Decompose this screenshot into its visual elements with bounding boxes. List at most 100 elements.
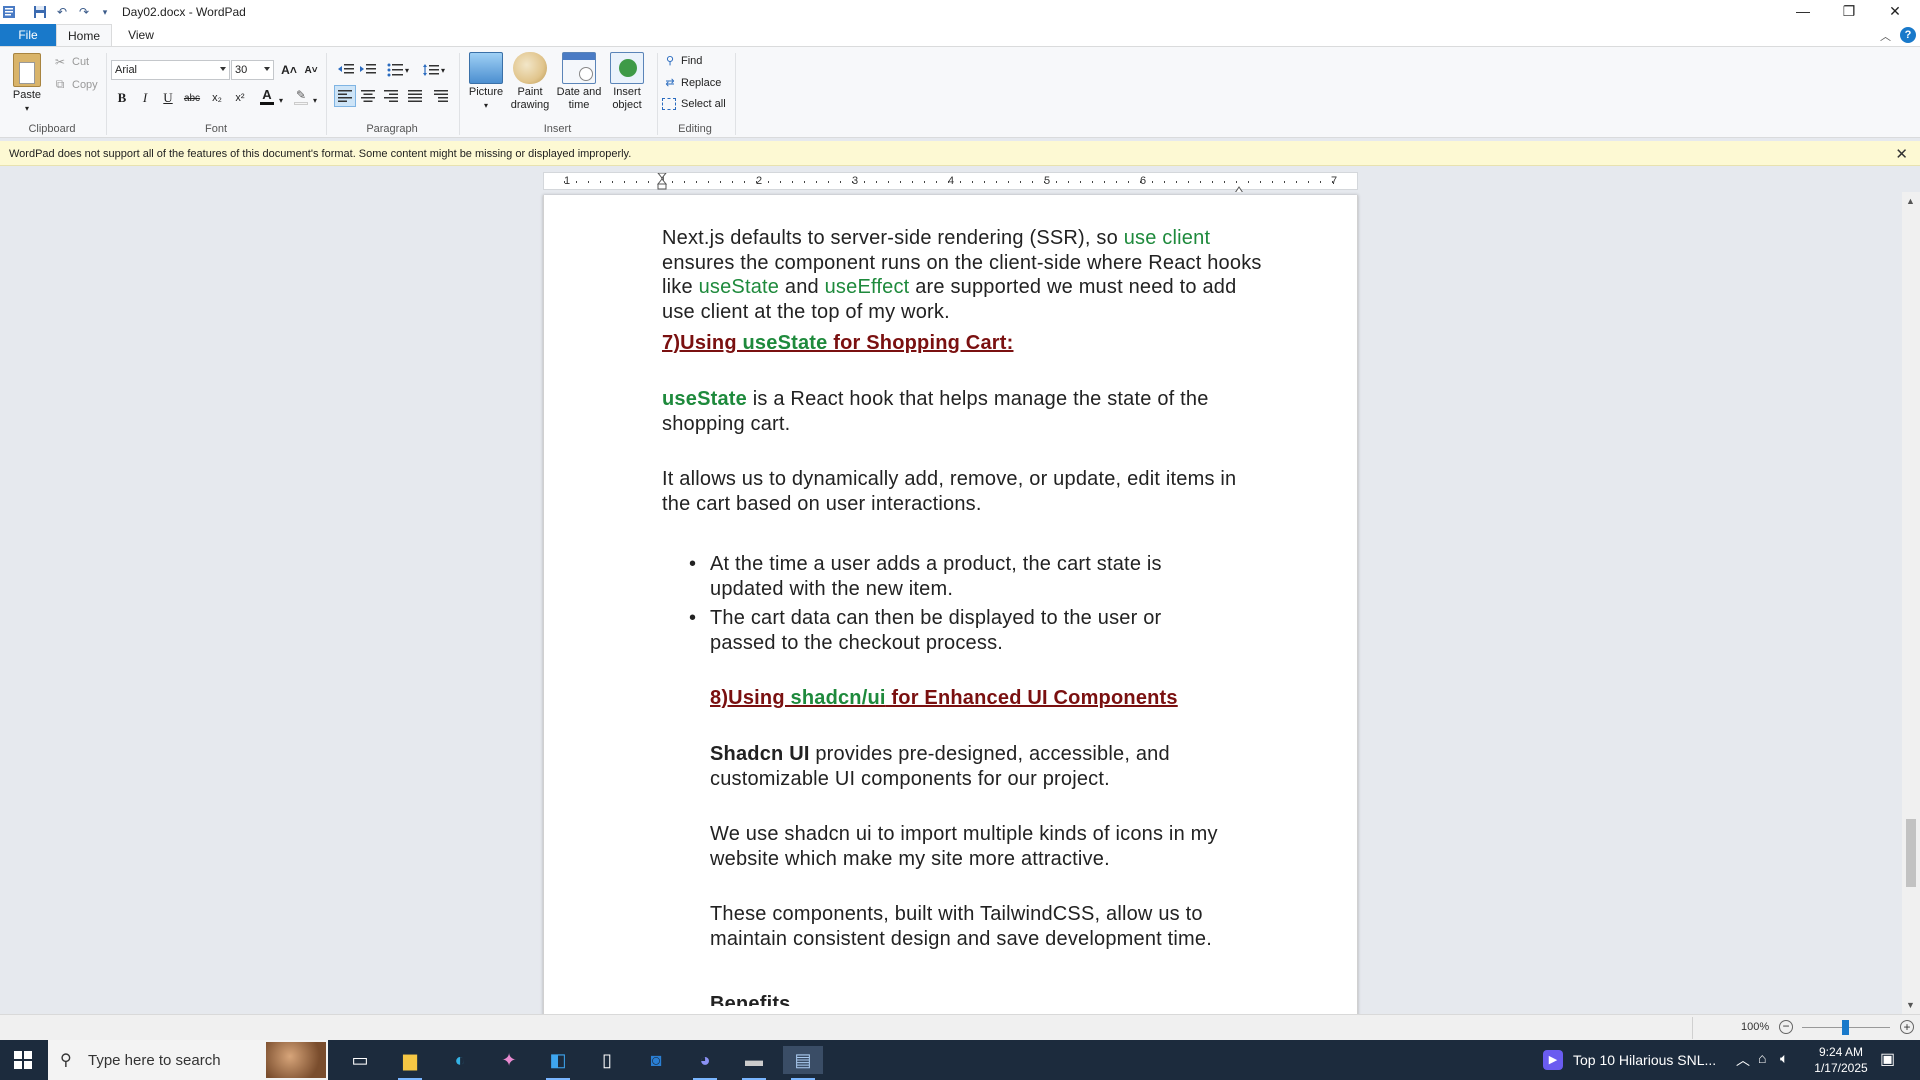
tab-home[interactable]: Home (56, 24, 112, 46)
justify-button[interactable] (404, 85, 426, 107)
clipboard-group-label: Clipboard (28, 123, 76, 135)
bullets-button[interactable]: ▾ (383, 59, 413, 81)
shrink-font-button[interactable]: A˅ (300, 59, 322, 81)
wordpad-app-icon[interactable] (0, 3, 18, 21)
ruler-number: 7 (1331, 175, 1338, 187)
copilot-icon[interactable]: ✦ (489, 1046, 529, 1074)
font-size-select[interactable]: 30 (231, 60, 274, 80)
zoom-slider-thumb[interactable] (1842, 1020, 1849, 1035)
ruler-tick (612, 181, 613, 183)
text-color-icon: A (262, 86, 272, 102)
show-hidden-icons-icon[interactable]: ︿ (1736, 1050, 1750, 1070)
align-right-button[interactable] (380, 85, 402, 107)
subscript-button[interactable]: x₂ (206, 87, 228, 109)
insert-object-button[interactable]: Insert object (604, 52, 650, 112)
grow-font-button[interactable]: A˄ (278, 59, 300, 81)
line-spacing-button[interactable]: ▾ (419, 59, 449, 81)
scroll-down-icon[interactable]: ▼ (1906, 1000, 1915, 1010)
right-indent-marker[interactable] (1234, 181, 1244, 194)
ruler-tick (1128, 181, 1129, 183)
search-icon: ⚲ (60, 1052, 72, 1069)
find-button[interactable]: ⚲ Find (662, 54, 702, 68)
collapse-ribbon-icon[interactable]: ︿ (1880, 28, 1891, 44)
ruler-tick (1032, 181, 1033, 183)
notepad-icon[interactable]: ▯ (587, 1046, 627, 1074)
font-family-select[interactable]: Arial (111, 60, 230, 80)
heading-8: 8)Using shadcn/ui for Enhanced UI Compon… (710, 686, 1310, 711)
ruler-tick (1272, 181, 1273, 183)
wordpad-taskbar-icon[interactable]: ▤ (783, 1046, 823, 1080)
close-button[interactable]: ✕ (1872, 0, 1918, 22)
taskbar-search-box[interactable]: ⚲ Type here to search (48, 1040, 328, 1080)
clock[interactable]: 9:24 AM 1/17/2025 (1806, 1044, 1876, 1076)
scroll-thumb[interactable] (1906, 819, 1916, 887)
strikethrough-button[interactable]: abc (181, 87, 203, 109)
task-view-icon[interactable]: ▭ (340, 1046, 380, 1074)
infobar-close-button[interactable]: ✕ (1895, 145, 1908, 163)
news-widget-text[interactable]: Top 10 Hilarious SNL... (1573, 1052, 1716, 1068)
replace-button[interactable]: ⇄ Replace (662, 76, 721, 90)
highlight-button[interactable]: ✎ (290, 85, 312, 107)
ruler-tick (600, 181, 601, 183)
tab-file[interactable]: File (0, 24, 56, 46)
network-icon[interactable]: ⌂ (1758, 1050, 1766, 1066)
document-page[interactable]: Next.js defaults to server-side renderin… (543, 195, 1358, 1014)
text-color-button[interactable]: A (256, 85, 278, 107)
restore-button[interactable]: ❐ (1826, 0, 1872, 22)
volume-icon[interactable]: 🔈︎ (1780, 1050, 1788, 1067)
heading-text: for Shopping Cart: (827, 332, 1014, 354)
date-time-button[interactable]: Date and time (553, 52, 605, 112)
superscript-button[interactable]: x² (229, 87, 251, 109)
save-icon[interactable] (31, 3, 49, 21)
select-all-button[interactable]: Select all (662, 98, 726, 110)
file-explorer-icon[interactable]: ▆ (390, 1046, 430, 1080)
zoom-in-icon[interactable]: + (1900, 1020, 1914, 1034)
paragraph-settings-button[interactable] (430, 85, 452, 107)
heading-code-term: shadcn/ui (790, 687, 886, 709)
indent-marker[interactable] (656, 172, 668, 190)
cut-button[interactable]: ✂ Cut (52, 55, 89, 69)
highlighter-icon: ✎ (295, 87, 307, 102)
bold-button[interactable]: B (111, 87, 133, 109)
tab-view[interactable]: View (118, 24, 164, 46)
vscode-icon[interactable]: ◧ (538, 1046, 578, 1080)
picture-button[interactable]: Picture ▾ (465, 52, 507, 112)
vertical-scrollbar[interactable]: ▲ ▼ (1902, 192, 1920, 1014)
notifications-icon[interactable]: ▣ (1880, 1049, 1895, 1069)
minimize-button[interactable]: — (1780, 0, 1826, 22)
document-area[interactable]: Next.js defaults to server-side renderin… (0, 192, 1902, 1014)
paragraph-tailwind: These components, built with TailwindCSS… (710, 903, 1212, 950)
align-center-icon (361, 90, 375, 102)
help-icon[interactable]: ? (1900, 27, 1916, 43)
code-term: useState (662, 388, 747, 410)
paste-button[interactable]: Paste ▾ (8, 53, 46, 115)
text-color-dropdown-icon[interactable]: ▾ (279, 96, 283, 105)
ruler-tick (732, 181, 733, 183)
paint-drawing-button[interactable]: Paint drawing (506, 52, 554, 112)
outlook-icon[interactable]: ◙ (636, 1046, 676, 1074)
customize-toolbar-icon[interactable]: ▾ (96, 3, 114, 21)
terminal-icon[interactable]: ▬ (734, 1046, 774, 1080)
ruler-tick (972, 181, 973, 183)
infobar-message: WordPad does not support all of the feat… (9, 148, 632, 160)
underline-button[interactable]: U (157, 87, 179, 109)
decrease-indent-button[interactable] (335, 59, 357, 81)
align-center-button[interactable] (357, 85, 379, 107)
highlight-dropdown-icon[interactable]: ▾ (313, 96, 317, 105)
font-family-value: Arial (115, 64, 138, 76)
redo-icon[interactable]: ↷ (75, 3, 93, 21)
copy-button[interactable]: ⧉ Copy (52, 77, 98, 92)
align-left-button[interactable] (334, 85, 356, 107)
windows-start-icon[interactable] (3, 1046, 43, 1074)
italic-button[interactable]: I (134, 87, 156, 109)
list-item: The cart data can then be displayed to t… (710, 607, 1162, 654)
edge-icon[interactable]: ◐ (440, 1046, 480, 1074)
paragraph-icon (434, 90, 448, 102)
increase-indent-button[interactable] (357, 59, 379, 81)
news-widget-icon[interactable]: ▶ (1543, 1050, 1563, 1070)
ruler[interactable]: 1 1 2 3 4 5 6 7 (543, 172, 1358, 194)
discord-icon[interactable]: ◕ (685, 1046, 725, 1080)
scroll-up-icon[interactable]: ▲ (1906, 196, 1915, 206)
undo-icon[interactable]: ↶ (53, 3, 71, 21)
zoom-out-icon[interactable]: − (1779, 1020, 1793, 1034)
